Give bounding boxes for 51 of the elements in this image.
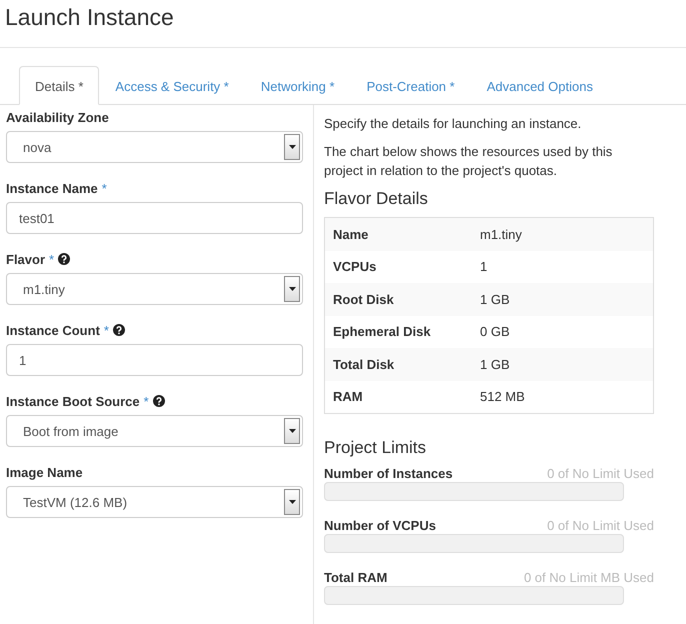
limit-label: Total RAM	[324, 570, 388, 584]
required-mark: *	[49, 252, 54, 266]
section-heading: Project Limits	[324, 438, 428, 458]
page-title: Launch Instance	[0, 0, 686, 48]
limit-label: Number of Instances	[324, 466, 453, 480]
section-heading: Flavor Details	[324, 189, 429, 209]
table-cell: 0 GB	[480, 324, 510, 340]
caret-icon	[288, 145, 296, 149]
field-label: Instance Name	[6, 180, 98, 196]
field-label: Image Name	[6, 464, 83, 480]
limit-label: Number of VCPUs	[324, 518, 436, 532]
description-text: The chart below shows the resources used by this project in relation to the project's quotas.	[324, 143, 614, 180]
select-field[interactable]: Boot from image	[6, 415, 303, 447]
field-label: Instance Boot Source	[6, 394, 140, 408]
field-label: Availability Zone	[6, 110, 109, 124]
help-icon[interactable]	[112, 324, 125, 336]
tab[interactable]: Post-Creation *	[350, 66, 471, 105]
input-field[interactable]: test01	[6, 202, 303, 234]
usage-reading: 0 of No Limit MB Used	[524, 570, 654, 584]
field-label: Flavor	[6, 252, 46, 266]
table-cell: 512 MB	[480, 389, 525, 404]
caret-icon	[288, 429, 296, 433]
table-cell-text: VCPUs	[333, 259, 378, 274]
table-cell-text: Total Disk	[333, 356, 396, 372]
help-icon[interactable]	[152, 395, 165, 407]
select-field[interactable]: m1.tiny	[6, 273, 303, 305]
description-text: Specify the details for launching an instance.	[324, 115, 582, 133]
table-cell: m1.tiny	[480, 226, 522, 242]
table-cell: 1 GB	[480, 292, 510, 307]
tab[interactable]: Networking *	[244, 66, 351, 105]
table-cell-text: Name	[333, 226, 370, 242]
usage-reading: 0 of No Limit Used	[547, 466, 654, 480]
select-field[interactable]: TestVM (12.6 MB)	[6, 486, 303, 518]
select-field[interactable]: nova	[6, 131, 303, 163]
help-icon[interactable]	[58, 253, 70, 265]
tab[interactable]: Advanced Options	[470, 66, 609, 105]
table-cell: 1 GB	[480, 356, 510, 372]
field-label: Instance Count	[6, 322, 100, 338]
required-mark: *	[104, 322, 109, 338]
table-cell: 1	[480, 259, 488, 274]
caret-icon	[288, 500, 296, 504]
table-cell-text: Ephemeral Disk	[333, 324, 432, 340]
table-cell-text: RAM	[333, 389, 364, 404]
tab[interactable]: Access & Security *	[99, 66, 245, 105]
usage-reading: 0 of No Limit Used	[547, 518, 654, 532]
input-field[interactable]: 1	[6, 344, 303, 376]
required-mark: *	[102, 180, 107, 196]
table-cell-text: Root Disk	[333, 292, 395, 307]
caret-icon	[288, 287, 296, 291]
tab[interactable]: Details *	[19, 66, 100, 105]
required-mark: *	[144, 394, 149, 408]
